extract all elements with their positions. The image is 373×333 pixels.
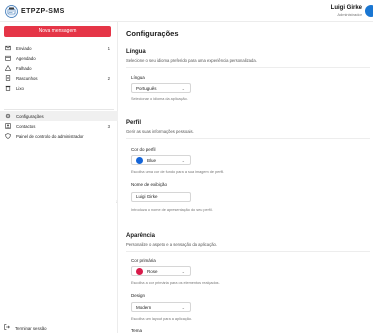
profile-color-select[interactable]: Blue ⌄ [131,155,191,165]
section-divider [126,251,370,252]
language-help-text: Selecionar o idioma da aplicação. [131,97,188,101]
shield-icon [4,133,11,140]
sidebar-item-rascunhos[interactable]: Rascunhos 2 [0,73,118,83]
language-section-title: Língua [126,49,146,55]
sidebar-item-label: Configurações [16,113,44,119]
warning-icon [4,65,11,72]
design-select-value: Modern [136,304,152,310]
sidebar-item-label: Contactos [16,123,36,129]
profile-color-help-text: Escolha uma cor de fundo para a sua imag… [131,170,225,174]
trash-icon [4,85,11,92]
user-name[interactable]: Luigi Girke [331,5,362,11]
settings-panel: Configurações Língua Selecione o seu idi… [123,22,373,333]
sidebar-item-label: Painel de controlo do administrador [16,133,84,139]
sidebar-item-configuracoes[interactable]: Configurações [0,111,118,121]
calendar-icon [4,55,11,62]
count-badge: 1 [107,45,110,51]
chevron-down-icon: ⌄ [181,305,185,310]
sidebar-item-label: Agendado [16,55,36,61]
color-swatch [136,267,143,275]
profile-color-label: Cor do perfil [131,147,156,152]
count-badge: 2 [107,75,110,81]
new-message-button[interactable]: Nova mensagem [4,26,111,37]
profile-color-value: Blue [147,157,157,163]
contacts-icon [4,123,11,130]
sidebar-item-falhado[interactable]: Falhado [0,63,118,73]
sidebar-item-enviado[interactable]: Enviado 1 [0,43,118,53]
profile-section-title: Perfil [126,120,142,126]
sidebar-item-label: Enviado [16,45,32,51]
avatar[interactable] [365,5,373,17]
display-name-label: Nome de exibição [131,182,168,187]
chevron-down-icon: ⌄ [181,158,185,163]
sidebar-item-lixo[interactable]: Lixo [0,83,118,93]
sidebar-nav-settings: Configurações Contactos 3 Painel de cont… [0,111,118,141]
sidebar-item-admin-panel[interactable]: Painel de controlo do administrador [0,131,118,141]
send-icon [4,45,11,52]
display-name-help-text: Introduza o nome de apresentação do seu … [131,208,213,212]
logout-label: Terminar sessão [15,325,47,331]
theme-label: Tema [131,328,143,333]
section-divider [126,138,370,139]
appearance-section-title: Aparência [126,233,156,239]
design-help-text: Escolha um layout para a aplicação. [131,317,192,321]
sidebar-item-label: Falhado [16,65,32,71]
sidebar-divider [4,109,114,110]
design-select[interactable]: Modern ⌄ [131,302,191,312]
sidebar-nav-messages: Enviado 1 Agendado Falhado Rascunhos 2 L… [0,43,118,93]
language-select[interactable]: Português ⌄ [131,83,191,93]
top-bar: ETPZP-SMS Luigi Girke Administrador [0,0,373,22]
sidebar-resize-handle[interactable]: ⁞ [116,199,117,204]
color-swatch [136,156,143,164]
page-title: Configurações [126,29,179,38]
section-divider [126,67,370,68]
appearance-section-description: Personalize o aspeto e a sensação da apl… [126,242,218,247]
user-role: Administrador [337,12,362,17]
app-title: ETPZP-SMS [21,8,65,15]
logout-button[interactable]: Terminar sessão [4,324,47,332]
gear-icon [4,113,11,120]
display-name-input[interactable]: Luigi Girke [131,192,191,202]
sidebar-item-label: Rascunhos [16,75,38,81]
chevron-down-icon: ⌄ [181,86,185,91]
primary-color-select[interactable]: Rose ⌄ [131,266,191,276]
draft-icon [4,75,11,82]
primary-color-label: Cor primária [131,258,156,263]
sidebar: Nova mensagem Enviado 1 Agendado Falhado [0,22,118,333]
primary-color-value: Rose [147,268,158,274]
sms-logo-icon [5,5,18,18]
chevron-down-icon: ⌄ [181,269,185,274]
language-field-label: Língua [131,75,145,80]
count-badge: 3 [107,123,110,129]
primary-color-help-text: Escolha a cor primária para os elementos… [131,281,220,285]
profile-section-description: Gerir as suas informações pessoais. [126,129,194,134]
sidebar-item-agendado[interactable]: Agendado [0,53,118,63]
language-section-description: Selecione o seu idioma preferido para um… [126,58,257,63]
design-label: Design [131,293,146,298]
sidebar-item-contactos[interactable]: Contactos 3 [0,121,118,131]
language-select-value: Português [136,85,157,91]
sidebar-item-label: Lixo [16,85,24,91]
logout-icon [4,324,10,332]
